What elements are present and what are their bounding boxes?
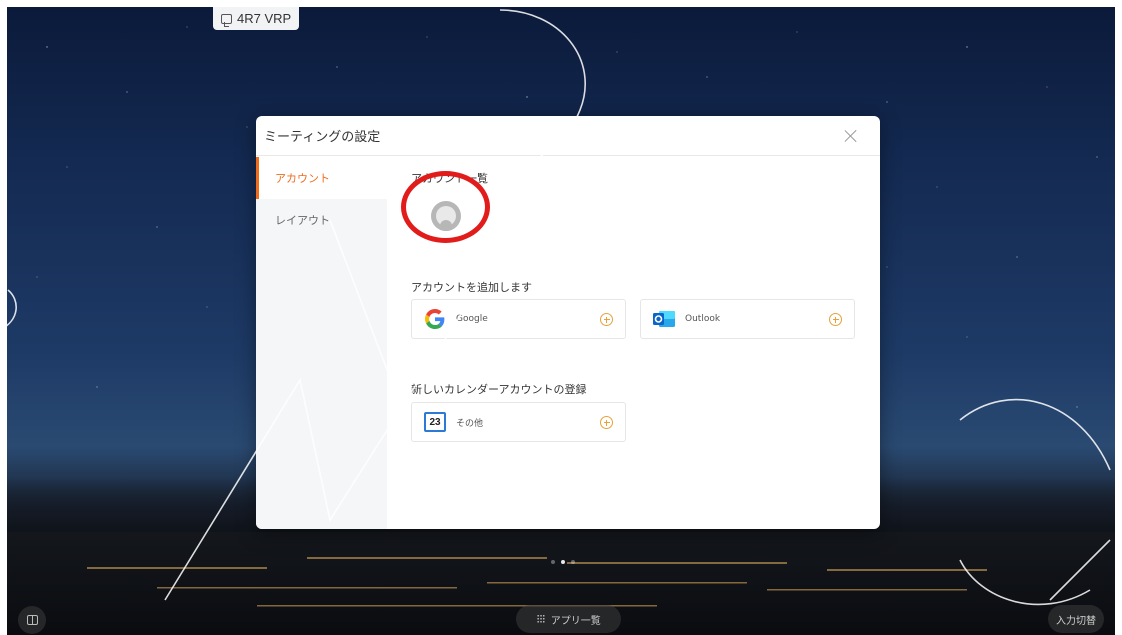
add-icon: [829, 313, 842, 326]
add-account-title: アカウントを追加します: [411, 281, 532, 294]
grid-icon: ⁝⁝⁝: [536, 612, 546, 626]
sidebar-item-account[interactable]: アカウント: [256, 157, 387, 199]
dialog-title: ミーティングの設定: [264, 130, 381, 145]
window-icon: [26, 615, 38, 625]
screen-share-icon: [221, 13, 232, 27]
meeting-settings-dialog: ミーティングの設定 アカウント レイアウト アカウント一覧 アカウントを追加しま…: [256, 116, 880, 529]
sidebar-item-label: アカウント: [275, 172, 330, 185]
add-icon: [600, 416, 613, 429]
new-calendar-title: 新しいカレンダーアカウントの登録: [411, 383, 587, 396]
outlook-label: Outlook: [685, 314, 721, 324]
add-other-button[interactable]: 23 その他: [411, 402, 626, 442]
annotation-circle: [401, 171, 490, 243]
add-outlook-button[interactable]: Outlook: [640, 299, 855, 339]
page-dot-active: [561, 560, 565, 564]
page-indicator: [551, 560, 575, 564]
calendar-icon: 23: [424, 412, 446, 432]
dialog-header: ミーティングの設定: [256, 116, 880, 156]
app-list-button[interactable]: ⁝⁝⁝ アプリ一覧: [516, 605, 621, 633]
add-icon: [600, 313, 613, 326]
sidebar-item-label: レイアウト: [275, 214, 330, 227]
account-content: アカウント一覧 アカウントを追加します Google Outlook 新しいカレ…: [401, 157, 880, 529]
room-name-label: 4R7 VRP: [237, 11, 292, 26]
input-switch-button[interactable]: 入力切替: [1048, 605, 1104, 633]
page-dot: [571, 560, 575, 564]
layout-toggle-button[interactable]: [18, 606, 46, 634]
room-name-chip[interactable]: 4R7 VRP: [213, 7, 300, 30]
google-label: Google: [456, 314, 488, 324]
close-icon[interactable]: [842, 127, 860, 145]
input-switch-label: 入力切替: [1056, 615, 1096, 627]
outlook-icon: [653, 308, 675, 330]
other-label: その他: [456, 418, 484, 429]
settings-sidebar: アカウント レイアウト: [256, 157, 387, 529]
app-list-label: アプリ一覧: [550, 615, 601, 627]
add-google-button[interactable]: Google: [411, 299, 626, 339]
sidebar-item-layout[interactable]: レイアウト: [256, 199, 387, 241]
page-dot: [551, 560, 555, 564]
google-icon: [424, 308, 446, 330]
